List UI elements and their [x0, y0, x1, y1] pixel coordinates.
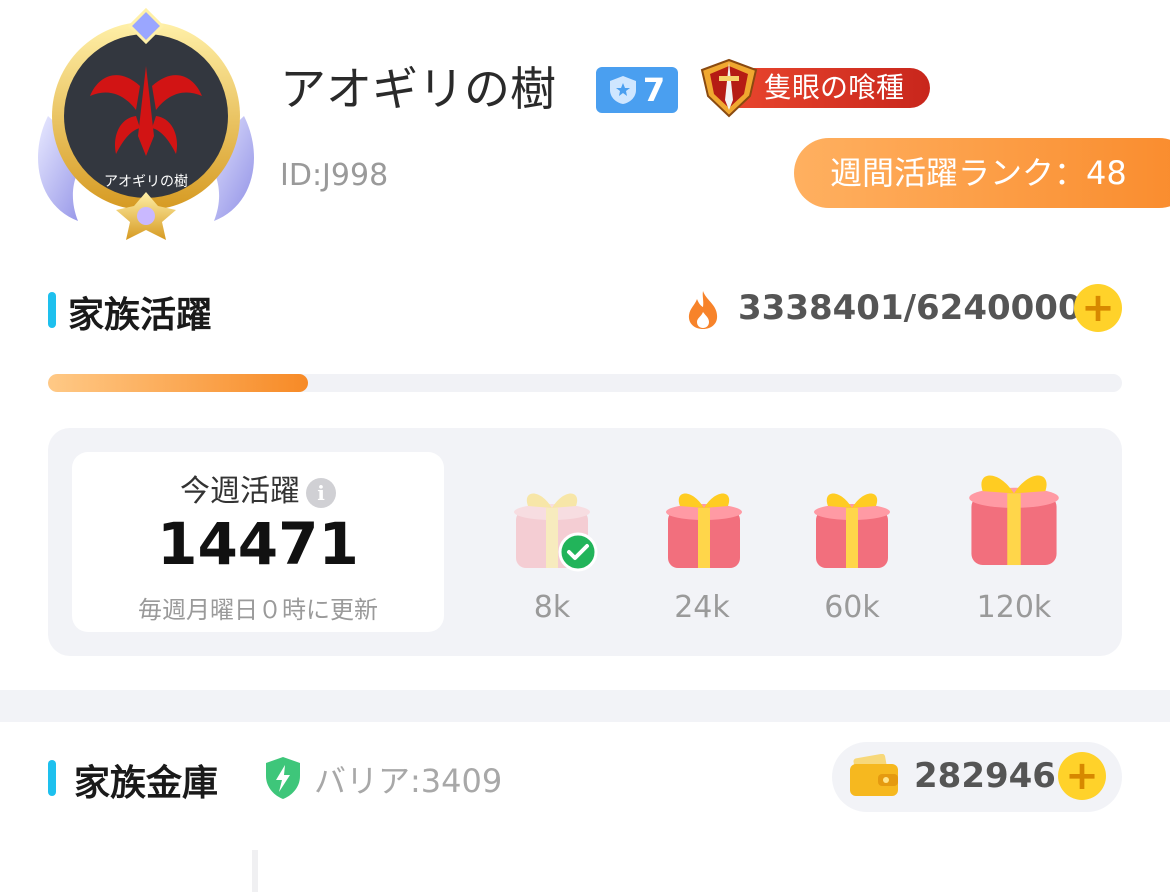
weekly-activity-value: 14471	[157, 510, 359, 578]
family-emblem-avatar[interactable]: アオギリの樹	[28, 6, 264, 246]
reward-gift-2[interactable]	[654, 478, 754, 578]
reward-threshold-1: 8k	[533, 590, 571, 625]
shield-level-icon	[609, 76, 636, 104]
weekly-activity-label: 今週活躍	[180, 474, 300, 509]
reward-threshold-2: 24k	[674, 590, 730, 625]
family-id: ID:J998	[280, 158, 389, 193]
vault-section-title: 家族金庫	[74, 763, 219, 804]
family-level-badge: 7	[596, 67, 678, 113]
weekly-activity-heading: 今週活躍 i	[72, 466, 444, 510]
section-accent-bar	[48, 292, 56, 328]
reward-threshold-3: 60k	[824, 590, 880, 625]
reward-threshold-4: 120k	[976, 590, 1052, 625]
check-icon	[558, 532, 598, 572]
weekly-activity-card: 今週活躍 i 14471 毎週月曜日０時に更新	[72, 452, 444, 632]
content-edge	[252, 850, 258, 892]
family-level-value: 7	[642, 71, 666, 109]
gift-box-icon	[969, 475, 1059, 566]
section-divider	[0, 690, 1170, 722]
activity-total: 3338401/6240000	[738, 288, 1082, 328]
sword-crest-icon	[700, 58, 758, 118]
family-name: アオギリの樹	[280, 62, 556, 116]
shield-lightning-icon	[264, 756, 302, 800]
reward-gift-4[interactable]	[958, 462, 1070, 574]
wallet-icon	[848, 753, 902, 798]
gift-box-icon	[814, 493, 890, 568]
vault-balance: 282946	[914, 756, 1056, 796]
info-icon[interactable]: i	[306, 477, 336, 508]
title-badge[interactable]: 隻眼の喰種	[694, 56, 934, 118]
svg-text:アオギリの樹: アオギリの樹	[104, 174, 188, 190]
fire-icon	[686, 290, 720, 330]
activity-section-title: 家族活躍	[68, 295, 213, 336]
reward-gift-3[interactable]	[802, 478, 902, 578]
barrier-value: バリア:3409	[314, 762, 503, 800]
gift-box-icon	[666, 493, 742, 568]
weekly-rank-button[interactable]: 週間活躍ランク：48	[794, 138, 1170, 208]
weekly-update-note: 毎週月曜日０時に更新	[138, 596, 378, 624]
activity-progress-bar	[48, 374, 1122, 392]
add-activity-button[interactable]: +	[1074, 284, 1122, 332]
section-accent-bar	[48, 760, 56, 796]
activity-progress-fill	[48, 374, 308, 392]
add-vault-button[interactable]: +	[1058, 752, 1106, 800]
